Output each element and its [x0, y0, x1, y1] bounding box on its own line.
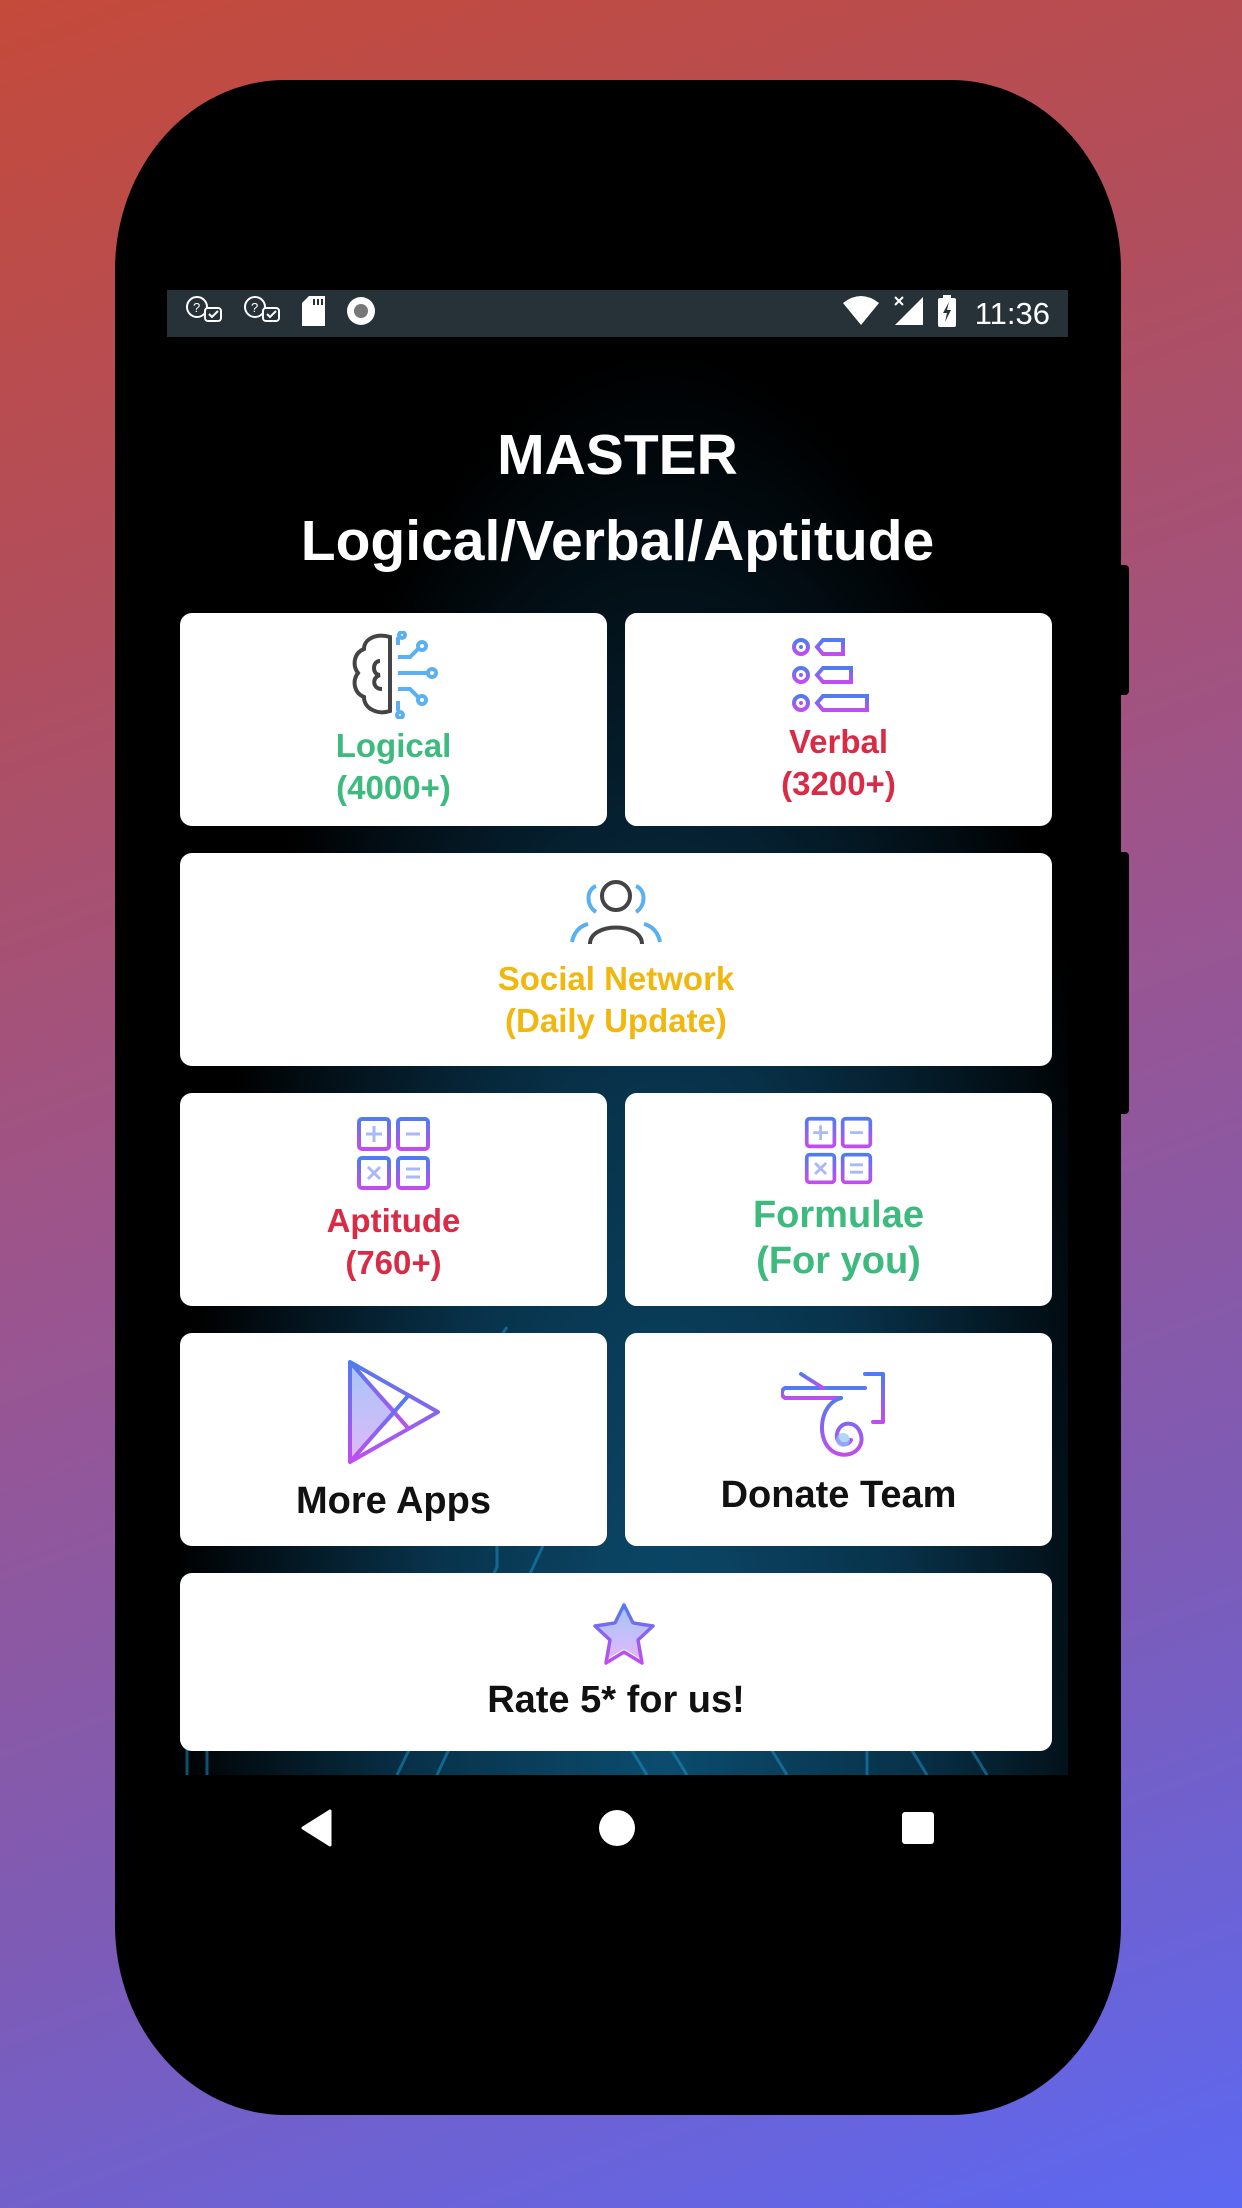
phone-screen: ? ? 11:36 MASTER Logical/Verbal/Aptitude…: [167, 290, 1068, 1775]
tile-social-label: Social Network (Daily Update): [497, 959, 735, 1039]
tile-aptitude[interactable]: Aptitude (760+): [180, 1093, 607, 1306]
sd-card-icon: [301, 295, 327, 332]
tile-donate-team[interactable]: Donate Team: [625, 1333, 1052, 1546]
chat-help-icon: ?: [243, 295, 283, 332]
back-button[interactable]: [287, 1800, 347, 1860]
calculator-icon: [356, 1116, 432, 1192]
home-icon: [598, 1809, 636, 1852]
page-title: MASTER Logical/Verbal/Aptitude: [167, 412, 1068, 584]
recents-button[interactable]: [888, 1800, 948, 1860]
tile-formulae-label: Formulae (For you): [752, 1193, 925, 1282]
star-icon: [574, 1603, 658, 1669]
tile-rate-label: Rate 5* for us!: [487, 1679, 745, 1721]
record-icon: [345, 295, 377, 332]
clock: 11:36: [974, 295, 1050, 331]
app-background: MASTER Logical/Verbal/Aptitude Logical (…: [167, 337, 1068, 1775]
users-icon: [566, 878, 666, 948]
tile-more-apps[interactable]: More Apps: [180, 1333, 607, 1546]
back-icon: [300, 1809, 334, 1852]
power-button: [1120, 852, 1129, 1114]
list-tags-icon: [791, 635, 887, 715]
cell-signal-off-icon: [893, 295, 925, 332]
volume-button: [1120, 565, 1129, 695]
donate-hand-icon: [780, 1364, 897, 1464]
svg-text:?: ?: [193, 300, 200, 315]
tile-aptitude-label: Aptitude (760+): [326, 1201, 461, 1281]
tile-verbal[interactable]: Verbal (3200+): [625, 613, 1052, 826]
svg-text:?: ?: [251, 300, 258, 315]
brain-circuit-icon: [346, 630, 442, 719]
home-button[interactable]: [587, 1800, 647, 1860]
wifi-icon: [841, 295, 881, 332]
calculator-icon: [804, 1116, 874, 1186]
battery-charging-icon: [937, 295, 957, 332]
navigation-bar: [167, 1775, 1068, 1885]
status-bar: ? ? 11:36: [167, 290, 1068, 337]
tile-donate-label: Donate Team: [720, 1473, 957, 1516]
tile-verbal-label: Verbal (3200+): [781, 722, 896, 802]
tile-social-network[interactable]: Social Network (Daily Update): [180, 853, 1052, 1066]
title-line-1: MASTER: [497, 423, 738, 487]
tile-logical[interactable]: Logical (4000+): [180, 613, 607, 826]
tile-more-apps-label: More Apps: [296, 1479, 491, 1522]
chat-help-icon: ?: [185, 295, 225, 332]
tile-rate-us[interactable]: Rate 5* for us!: [180, 1573, 1052, 1751]
title-line-2: Logical/Verbal/Aptitude: [300, 509, 935, 573]
recents-icon: [901, 1811, 935, 1850]
tile-logical-label: Logical (4000+): [335, 726, 452, 806]
tile-formulae[interactable]: Formulae (For you): [625, 1093, 1052, 1306]
play-store-icon: [344, 1358, 444, 1466]
